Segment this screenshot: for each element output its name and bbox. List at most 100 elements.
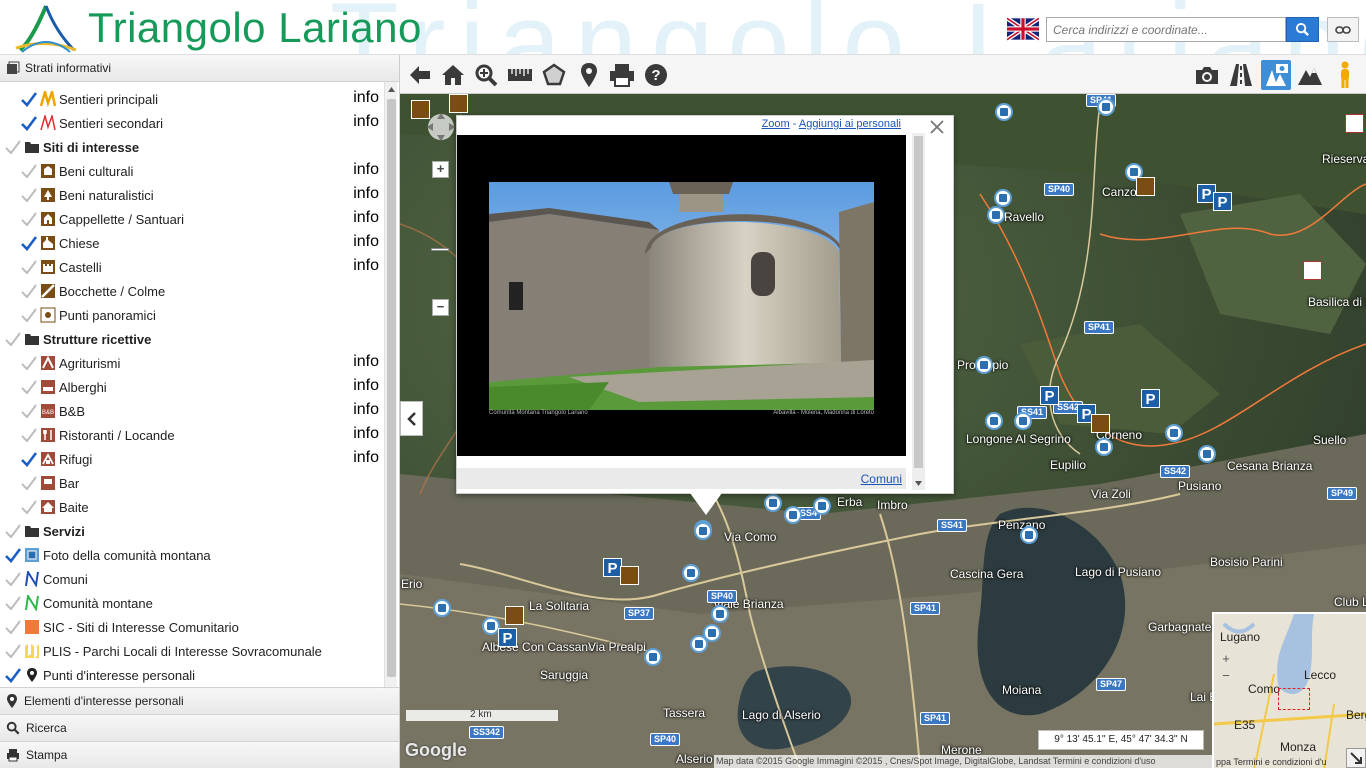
address-search-input[interactable] xyxy=(1046,17,1286,42)
uk-flag-icon[interactable] xyxy=(1007,17,1039,41)
photo-marker[interactable] xyxy=(711,605,729,623)
print-button[interactable] xyxy=(607,60,637,90)
layer-checkbox[interactable] xyxy=(20,498,38,516)
layer-row[interactable]: Alberghi info xyxy=(0,375,384,399)
layer-checkbox[interactable] xyxy=(4,546,22,564)
search-panel-header[interactable]: Ricerca xyxy=(0,714,399,741)
photo-marker[interactable] xyxy=(1020,526,1038,544)
layer-row[interactable]: Punti d'interesse personali xyxy=(0,663,384,687)
layer-info-link[interactable]: info xyxy=(353,257,379,275)
layer-checkbox[interactable] xyxy=(4,666,22,684)
parking-marker[interactable]: P xyxy=(1040,386,1059,405)
layer-row[interactable]: Rifugi info xyxy=(0,447,384,471)
layer-checkbox[interactable] xyxy=(20,354,38,372)
street-view-pegman[interactable] xyxy=(1330,60,1360,90)
layer-info-link[interactable]: info xyxy=(353,161,379,179)
photo-marker[interactable] xyxy=(764,494,782,512)
layer-row[interactable]: Siti di interesse xyxy=(0,135,384,159)
layer-checkbox[interactable] xyxy=(20,90,38,108)
shrine-marker[interactable] xyxy=(1303,261,1322,280)
layer-row[interactable]: Comuni xyxy=(0,567,384,591)
layer-checkbox[interactable] xyxy=(20,450,38,468)
popup-scroll-thumb[interactable] xyxy=(914,136,923,468)
popup-comuni-link[interactable]: Comuni xyxy=(861,472,902,486)
parking-marker[interactable]: P xyxy=(498,628,517,647)
layer-row[interactable]: Cappellette / Santuari info xyxy=(0,207,384,231)
photo-marker[interactable] xyxy=(644,648,662,666)
layer-checkbox[interactable] xyxy=(20,306,38,324)
photo-marker[interactable] xyxy=(1014,412,1032,430)
overview-toggle-button[interactable] xyxy=(1346,748,1366,768)
layer-row[interactable]: Baite xyxy=(0,495,384,519)
photo-marker[interactable] xyxy=(694,522,712,540)
overview-zoom-out-button[interactable]: − xyxy=(1218,669,1234,685)
parking-marker[interactable]: P xyxy=(1141,389,1160,408)
layer-checkbox[interactable] xyxy=(20,162,38,180)
photo-marker[interactable] xyxy=(985,412,1003,430)
photo-marker[interactable] xyxy=(433,599,451,617)
terrain-view-button[interactable] xyxy=(1295,60,1325,90)
layer-checkbox[interactable] xyxy=(20,258,38,276)
search-button[interactable] xyxy=(1286,17,1319,42)
photo-marker[interactable] xyxy=(975,356,993,374)
layer-checkbox[interactable] xyxy=(20,186,38,204)
zoom-slider-handle[interactable] xyxy=(431,248,449,251)
layer-row[interactable]: SIC - Siti di Interesse Comunitario xyxy=(0,615,384,639)
layer-checkbox[interactable] xyxy=(20,426,38,444)
layers-scroll-thumb[interactable] xyxy=(387,99,396,677)
popup-add-personal-link[interactable]: Aggiungi ai personali xyxy=(799,118,901,130)
photo-marker[interactable] xyxy=(995,103,1013,121)
layer-info-link[interactable]: info xyxy=(353,425,379,443)
photo-marker[interactable] xyxy=(784,506,802,524)
overview-zoom-in-button[interactable]: + xyxy=(1218,652,1234,668)
photo-marker[interactable] xyxy=(1097,98,1115,116)
church-photo[interactable] xyxy=(489,182,874,410)
home-button[interactable] xyxy=(438,60,468,90)
church-marker[interactable] xyxy=(1136,177,1155,196)
layer-info-link[interactable]: info xyxy=(353,401,379,419)
zoom-in-button[interactable]: + xyxy=(432,161,449,178)
pan-control-icon[interactable] xyxy=(424,110,458,144)
layer-row[interactable]: Sentieri principali info xyxy=(0,87,384,111)
zoom-out-button[interactable]: − xyxy=(432,299,449,316)
scroll-up-icon[interactable] xyxy=(388,87,395,92)
layer-row[interactable]: Servizi xyxy=(0,519,384,543)
layer-checkbox[interactable] xyxy=(20,474,38,492)
print-panel-header[interactable]: Stampa xyxy=(0,741,399,768)
zoom-area-button[interactable] xyxy=(471,60,501,90)
layer-checkbox[interactable] xyxy=(4,618,22,636)
help-button[interactable]: ? xyxy=(641,60,671,90)
close-icon[interactable] xyxy=(929,119,945,135)
layer-checkbox[interactable] xyxy=(4,570,22,588)
layer-checkbox[interactable] xyxy=(20,378,38,396)
layer-info-link[interactable]: info xyxy=(353,449,379,467)
layers-scrollbar[interactable] xyxy=(384,82,397,687)
layer-checkbox[interactable] xyxy=(4,594,22,612)
popup-scrollbar[interactable] xyxy=(912,133,925,490)
shrine-marker[interactable] xyxy=(1345,114,1364,133)
layer-row[interactable]: Punti panoramici xyxy=(0,303,384,327)
personal-elements-panel-header[interactable]: Elementi d'interesse personali xyxy=(0,687,399,714)
layer-info-link[interactable]: info xyxy=(353,353,379,371)
layer-row[interactable]: Beni naturalistici info xyxy=(0,183,384,207)
photo-marker[interactable] xyxy=(994,189,1012,207)
scroll-down-icon[interactable] xyxy=(915,481,922,486)
back-button[interactable] xyxy=(405,60,435,90)
layer-row[interactable]: PLIS - Parchi Locali di Interesse Sovrac… xyxy=(0,639,384,663)
layer-row[interactable]: B&B B&B info xyxy=(0,399,384,423)
layer-info-link[interactable]: info xyxy=(353,377,379,395)
satellite-view-button[interactable] xyxy=(1261,60,1291,90)
overview-viewport-rect[interactable] xyxy=(1278,688,1310,710)
church-marker[interactable] xyxy=(620,566,639,585)
layer-checkbox[interactable] xyxy=(20,234,38,252)
photo-marker[interactable] xyxy=(682,564,700,582)
layer-checkbox[interactable] xyxy=(20,282,38,300)
layer-checkbox[interactable] xyxy=(20,114,38,132)
overview-map[interactable]: Lugano Lecco Como Berg E35 Monza + − ppa Term… xyxy=(1212,612,1366,768)
layer-info-link[interactable]: info xyxy=(353,89,379,107)
layer-checkbox[interactable] xyxy=(20,402,38,420)
layer-row[interactable]: Bocchette / Colme xyxy=(0,279,384,303)
add-marker-button[interactable] xyxy=(574,60,604,90)
layer-checkbox[interactable] xyxy=(4,522,22,540)
layer-checkbox[interactable] xyxy=(4,330,22,348)
